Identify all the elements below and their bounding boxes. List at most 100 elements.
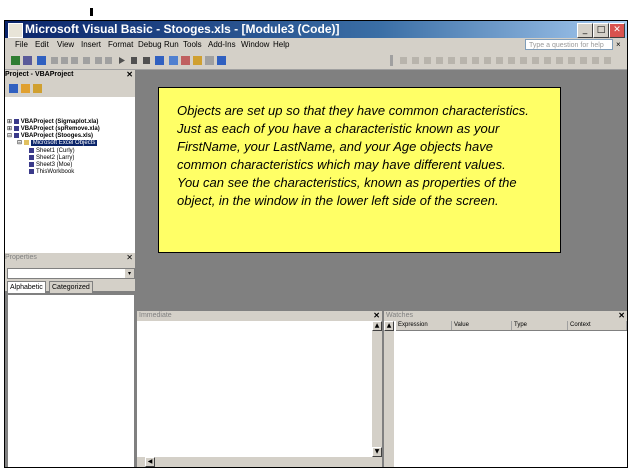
maximize-button[interactable]: □ [593, 23, 609, 38]
reset-icon[interactable] [143, 57, 150, 64]
menu-add-ins[interactable]: Add-Ins [208, 40, 236, 49]
project-explorer-close-icon[interactable]: ✕ [126, 70, 133, 80]
column-value[interactable]: Value [452, 321, 512, 330]
watches-scrollbar[interactable]: ▲ [384, 321, 394, 467]
menu-help[interactable]: Help [273, 40, 289, 49]
design-mode-icon[interactable] [155, 56, 164, 65]
column-type[interactable]: Type [512, 321, 568, 330]
project-explorer-header: Project - VBAProject ✕ [5, 70, 135, 81]
scroll-up-icon[interactable]: ▲ [384, 321, 394, 331]
sheet-icon [29, 162, 34, 167]
save-icon[interactable] [37, 56, 46, 65]
edit-toolbar-icon[interactable] [604, 57, 611, 64]
edit-toolbar-icon[interactable] [400, 57, 407, 64]
immediate-horizontal-scrollbar[interactable]: ◀ [137, 457, 382, 467]
help-icon[interactable] [217, 56, 226, 65]
title-bar: Microsoft Visual Basic - Stooges.xls - [… [5, 21, 627, 38]
tab-alphabetic[interactable]: Alphabetic [7, 281, 46, 294]
edit-toolbar-icon[interactable] [580, 57, 587, 64]
menu-bar: File Edit View Insert Format Debug Run T… [5, 38, 627, 52]
properties-object-dropdown[interactable]: ▾ [7, 268, 135, 279]
menu-view[interactable]: View [57, 40, 74, 49]
edit-toolbar-icon[interactable] [508, 57, 515, 64]
edit-toolbar-icon[interactable] [424, 57, 431, 64]
edit-toolbar-icon[interactable] [592, 57, 599, 64]
tab-categorized[interactable]: Categorized [49, 281, 93, 294]
properties-grid[interactable] [7, 294, 135, 467]
menu-window[interactable]: Window [241, 40, 269, 49]
watches-pane: ▲ Expression Value Type Context [384, 321, 627, 467]
explanation-callout: Objects are set up so that they have com… [158, 87, 561, 253]
vbaproject-icon [13, 133, 19, 138]
menu-close-icon[interactable]: × [616, 40, 621, 49]
properties-close-icon[interactable]: ✕ [126, 253, 133, 263]
help-search-input[interactable]: Type a question for help [525, 39, 613, 50]
close-button[interactable]: ✕ [609, 23, 625, 38]
toolbar-grip-icon [390, 55, 393, 66]
workbook-icon [29, 169, 34, 174]
toolbox-icon[interactable] [205, 56, 214, 65]
edit-toolbar-icon[interactable] [436, 57, 443, 64]
tree-item[interactable]: ThisWorkbook [29, 169, 74, 176]
edit-toolbar-icon[interactable] [484, 57, 491, 64]
edit-toolbar-icon[interactable] [520, 57, 527, 64]
menu-debug[interactable]: Debug [138, 40, 162, 49]
properties-tabs: Alphabetic Categorized [7, 281, 135, 294]
callout-paragraph-1: Objects are set up so that they have com… [177, 103, 529, 172]
insert-module-icon[interactable] [23, 56, 32, 65]
toggle-folders-icon[interactable] [33, 84, 42, 93]
tree-item[interactable]: ⊟ Microsoft Excel Objects [17, 140, 98, 147]
copy-icon[interactable] [61, 57, 68, 64]
watches-title: Watches [386, 312, 413, 319]
project-explorer-toolbar [5, 81, 135, 97]
slide-marker [90, 8, 93, 16]
view-code-icon[interactable] [9, 84, 18, 93]
menu-file[interactable]: File [15, 40, 28, 49]
edit-toolbar-icon[interactable] [568, 57, 575, 64]
view-object-icon[interactable] [21, 84, 30, 93]
properties-window-icon[interactable] [181, 56, 190, 65]
watches-header: Watches ✕ [384, 311, 627, 321]
run-icon[interactable] [119, 57, 125, 64]
edit-toolbar-icon[interactable] [544, 57, 551, 64]
menu-format[interactable]: Format [108, 40, 133, 49]
project-explorer-title: Project - VBAProject [5, 71, 74, 78]
column-context[interactable]: Context [568, 321, 627, 330]
scroll-down-icon[interactable]: ▼ [372, 447, 382, 457]
immediate-title: Immediate [139, 312, 172, 319]
object-browser-icon[interactable] [193, 56, 202, 65]
cut-icon[interactable] [51, 57, 58, 64]
break-icon[interactable] [131, 57, 137, 64]
edit-toolbar-icon[interactable] [532, 57, 539, 64]
watches-close-icon[interactable]: ✕ [618, 311, 625, 321]
dropdown-arrow-icon[interactable]: ▾ [125, 269, 134, 278]
column-expression[interactable]: Expression [396, 321, 452, 330]
immediate-vertical-scrollbar[interactable]: ▲ ▼ [372, 321, 382, 457]
properties-header: Properties ✕ [5, 253, 135, 265]
edit-toolbar-icon[interactable] [496, 57, 503, 64]
menu-run[interactable]: Run [164, 40, 179, 49]
minimize-button[interactable]: _ [577, 23, 593, 38]
menu-insert[interactable]: Insert [81, 40, 101, 49]
scroll-up-icon[interactable]: ▲ [372, 321, 382, 331]
window-title: Microsoft Visual Basic - Stooges.xls - [… [25, 22, 340, 36]
view-excel-icon[interactable] [11, 56, 20, 65]
edit-toolbar-icon[interactable] [460, 57, 467, 64]
immediate-close-icon[interactable]: ✕ [373, 311, 380, 321]
edit-toolbar-icon[interactable] [556, 57, 563, 64]
edit-toolbar-icon[interactable] [448, 57, 455, 64]
scroll-left-icon[interactable]: ◀ [145, 457, 155, 467]
sheet-icon [29, 155, 34, 160]
edit-toolbar-icon[interactable] [412, 57, 419, 64]
immediate-pane[interactable] [137, 321, 372, 457]
edit-toolbar-icon[interactable] [472, 57, 479, 64]
sheet-icon [29, 148, 34, 153]
menu-edit[interactable]: Edit [35, 40, 49, 49]
find-icon[interactable] [83, 57, 90, 64]
undo-icon[interactable] [95, 57, 102, 64]
redo-icon[interactable] [105, 57, 112, 64]
standard-toolbar [5, 52, 627, 70]
paste-icon[interactable] [71, 57, 78, 64]
menu-tools[interactable]: Tools [183, 40, 202, 49]
project-explorer-icon[interactable] [169, 56, 178, 65]
